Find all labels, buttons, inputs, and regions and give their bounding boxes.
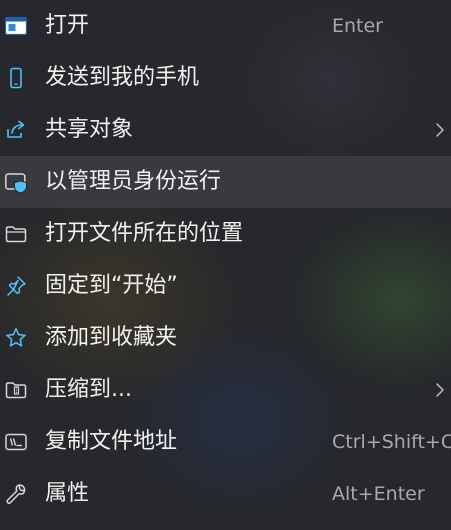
menu-item-shortcut: Enter	[332, 15, 383, 37]
pin-icon	[4, 274, 28, 298]
menu-item-label: 打开	[45, 13, 90, 38]
menu-item-add-to-favorites[interactable]: 添加到收藏夹	[0, 312, 451, 364]
chevron-right-icon	[436, 383, 444, 397]
menu-item-run-as-admin[interactable]: 以管理员身份运行	[0, 156, 451, 208]
menu-item-share[interactable]: 共享对象	[0, 104, 451, 156]
admin-shield-icon	[4, 170, 28, 194]
menu-item-label: 以管理员身份运行	[45, 169, 222, 194]
wrench-icon	[4, 482, 28, 506]
menu-item-pin-to-start[interactable]: 固定到“开始”	[0, 260, 451, 312]
menu-item-label: 复制文件地址	[45, 429, 178, 454]
zip-folder-icon	[4, 378, 28, 402]
copy-path-icon	[4, 430, 28, 454]
menu-item-compress-to[interactable]: 压缩到...	[0, 364, 451, 416]
menu-item-shortcut: Ctrl+Shift+C	[332, 431, 451, 453]
folder-icon	[4, 222, 28, 246]
menu-item-open[interactable]: 打开 Enter	[0, 0, 451, 52]
open-app-icon	[4, 14, 28, 38]
share-icon	[4, 118, 28, 142]
menu-item-label: 打开文件所在的位置	[45, 221, 244, 246]
context-menu: 打开 Enter 发送到我的手机 共享对象 以管理员身份运行 打开文件所在的位置…	[0, 0, 451, 530]
chevron-right-icon	[436, 123, 444, 137]
menu-item-open-file-location[interactable]: 打开文件所在的位置	[0, 208, 451, 260]
menu-item-properties[interactable]: 属性 Alt+Enter	[0, 468, 451, 520]
menu-item-label: 添加到收藏夹	[45, 325, 178, 350]
menu-item-label: 发送到我的手机	[45, 65, 200, 90]
menu-item-label: 属性	[45, 481, 90, 506]
menu-item-label: 压缩到...	[45, 377, 132, 402]
menu-item-copy-path[interactable]: 复制文件地址 Ctrl+Shift+C	[0, 416, 451, 468]
star-icon	[4, 326, 28, 350]
menu-item-label: 固定到“开始”	[45, 273, 178, 298]
menu-item-label: 共享对象	[45, 117, 134, 142]
phone-icon	[4, 66, 28, 90]
menu-item-shortcut: Alt+Enter	[332, 483, 425, 505]
menu-item-send-to-phone[interactable]: 发送到我的手机	[0, 52, 451, 104]
